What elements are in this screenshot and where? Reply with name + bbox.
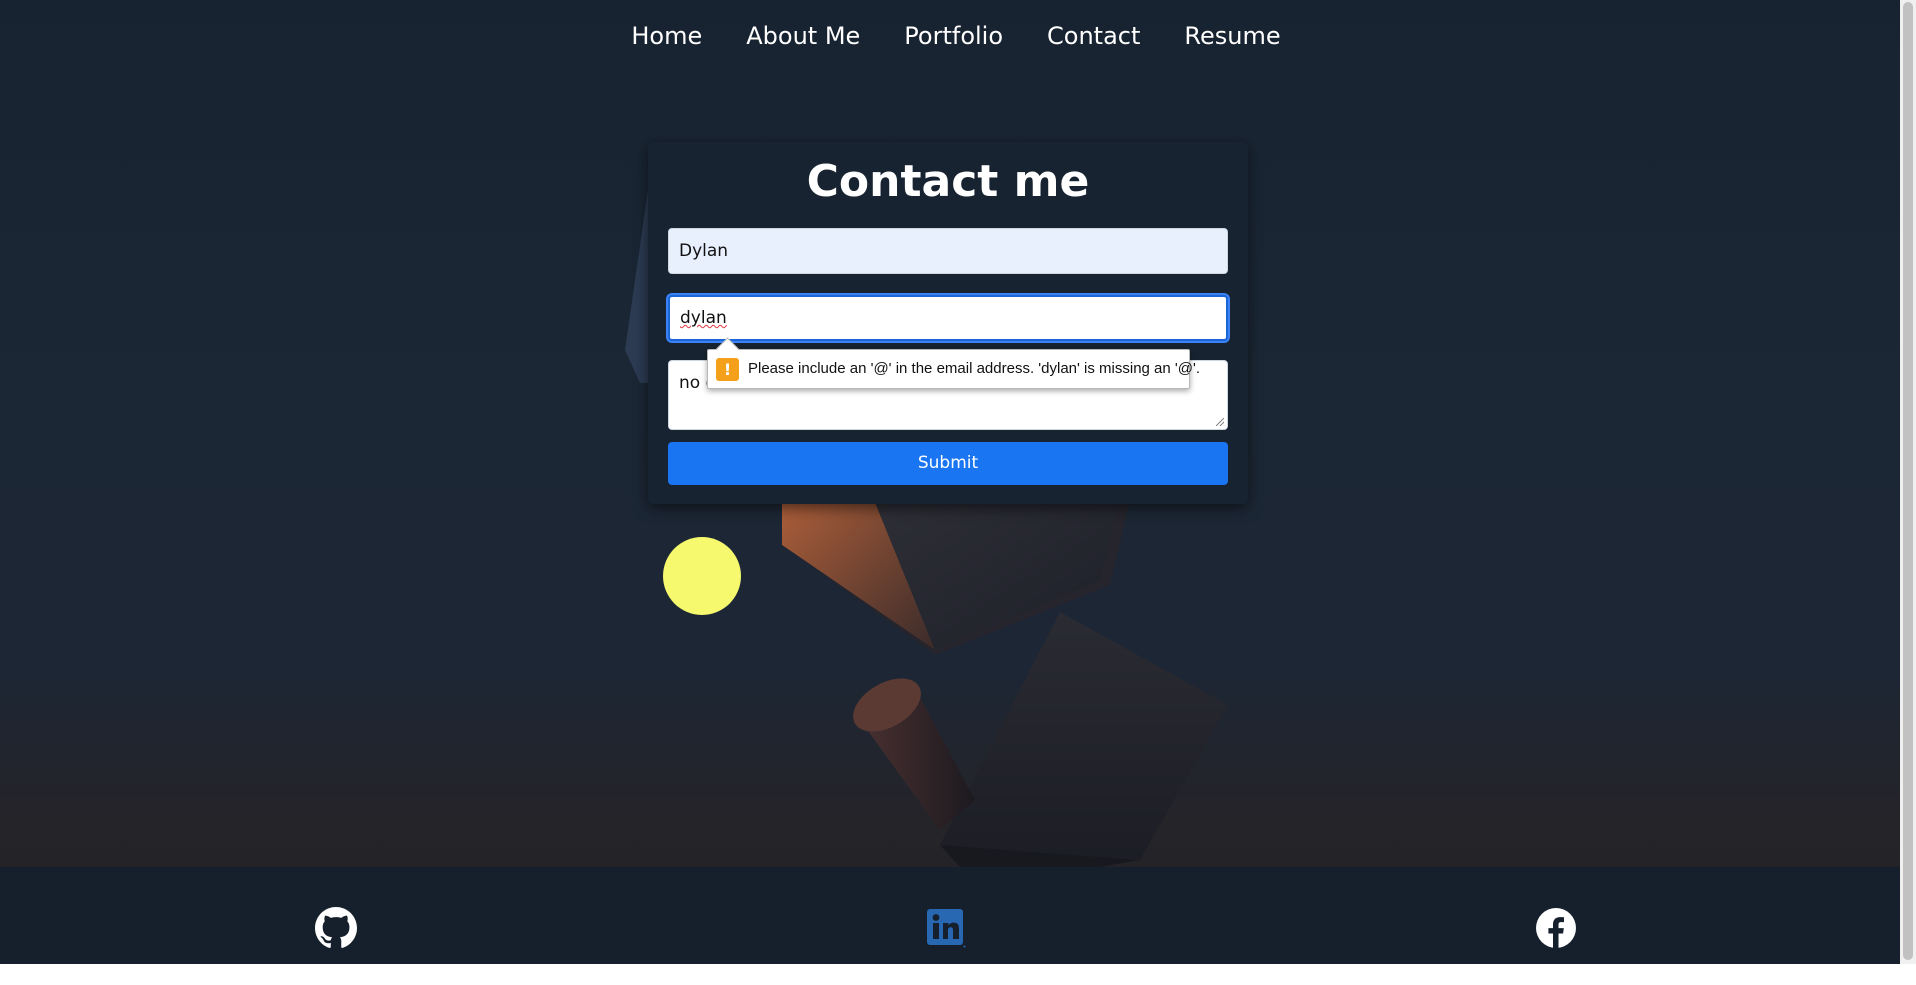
nav-home[interactable]: Home [631,22,702,50]
nav-about-me[interactable]: About Me [742,22,860,50]
email-input-value: dylan [680,308,727,328]
email-input[interactable]: dylan [668,295,1228,341]
validation-message: Please include an '@' in the email addre… [748,360,1201,377]
contact-title: Contact me [806,156,1090,207]
github-logo [315,907,357,948]
orange-cube-shape [782,490,935,650]
name-input[interactable]: Dylan [668,228,1228,274]
resize-grip-icon[interactable] [1216,418,1224,426]
linkedin-icon[interactable] [925,907,967,949]
contact-card: Contact me Dylan dylan no e Submit [648,142,1248,504]
window-bottom-edge [0,964,1916,985]
scrollbar-thumb[interactable] [1903,2,1913,960]
email-validation-tooltip: ! Please include an '@' in the email add… [707,337,1200,389]
cylinder-shape [860,688,975,830]
warning-icon: ! [716,358,739,381]
footer [0,867,1900,964]
name-input-value: Dylan [679,241,729,261]
nav-resume[interactable]: Resume [1180,22,1280,50]
page-background: Home About Me Portfolio Contact Resume C… [0,0,1900,964]
github-icon[interactable] [315,907,357,949]
main-nav: Home About Me Portfolio Contact Resume [0,22,1900,50]
facebook-logo [1536,908,1576,948]
linkedin-logo [927,909,966,948]
nav-contact[interactable]: Contact [1043,22,1140,50]
facebook-icon[interactable] [1535,907,1577,949]
nav-portfolio[interactable]: Portfolio [900,22,1003,50]
blue-slab-shape [625,190,648,383]
submit-button[interactable]: Submit [668,442,1228,485]
sun-circle [663,537,741,615]
lower-cube-shape [940,612,1228,860]
